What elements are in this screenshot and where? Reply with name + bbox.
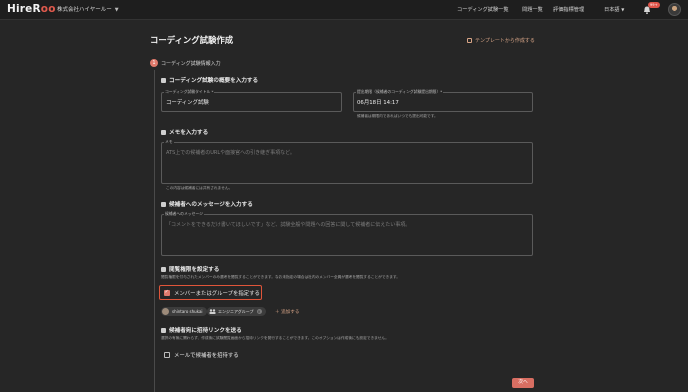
avatar — [162, 308, 169, 315]
logo[interactable]: HireRoo — [7, 3, 56, 15]
memo-placeholder: ATS上での候補者のURLや面接官への引き継ぎ事項など。 — [166, 150, 295, 156]
invite-email-label[interactable]: メールで候補者を招待する — [174, 351, 239, 359]
specify-members-label[interactable]: メンバーまたはグループを指定する — [174, 289, 260, 297]
access-section-title: 閲覧権限を設定する — [161, 265, 219, 273]
top-navigation-bar: HireRoo 株式会社ハイヤールー ▼ コーディング試験一覧 問題一覧 評価指標… — [0, 0, 688, 20]
document-icon — [161, 78, 166, 83]
nav-questions[interactable]: 問題一覧 — [522, 6, 543, 13]
company-selector[interactable]: 株式会社ハイヤールー ▼ — [57, 5, 119, 13]
memo-label: メモ — [164, 139, 174, 145]
group-icon — [209, 309, 216, 314]
test-title-value[interactable]: コーディング試験 — [166, 98, 209, 106]
invite-section-title: 候補者宛に招待リンクを送る — [161, 326, 242, 334]
chevron-down-icon: ▼ — [621, 7, 625, 12]
group-chip[interactable]: エンジニアグループ × — [207, 307, 266, 316]
template-icon — [467, 38, 472, 43]
access-help-text: 閲覧権限を付与されたメンバーのみ選考を閲覧することができます。なお未指定の場合は… — [161, 275, 400, 279]
overview-section-title: コーディング試験の概要を入力する — [161, 76, 258, 84]
page-title: コーディング試験作成 — [150, 35, 234, 45]
plus-icon: ＋ — [275, 310, 280, 315]
remove-chip-icon[interactable]: × — [256, 309, 262, 314]
step-connector-line — [154, 70, 155, 392]
language-selector[interactable]: 日本語 ▼ — [604, 6, 624, 13]
test-title-label: コーディング試験タイトル * — [164, 89, 215, 95]
deadline-help-text: 候補者は期限内であればいつでも提出可能です。 — [357, 114, 438, 118]
next-button[interactable]: 次へ — [512, 378, 534, 388]
step-number: 1 — [150, 59, 158, 67]
nav-evaluation[interactable]: 評価指標管理 — [553, 6, 584, 13]
chevron-down-icon: ▼ — [114, 7, 119, 13]
memo-help-text: この内容は候補者には共有されません。 — [166, 186, 233, 190]
memo-section-title: メモを入力する — [161, 128, 208, 136]
add-member-button[interactable]: ＋ 追加する — [275, 309, 299, 315]
invite-help-text: 選択の有無に関わらず、作成後に試験閲覧画面から招待リンクを発行することができます… — [161, 336, 389, 340]
nav-tests[interactable]: コーディング試験一覧 — [457, 6, 509, 13]
chat-icon — [161, 202, 166, 207]
note-icon — [161, 130, 166, 135]
notification-badge: 99+ — [648, 2, 660, 8]
create-from-template-link[interactable]: テンプレートから作成する — [467, 37, 535, 44]
deadline-label: 提出期限（候補者のコーディング試験提出期限）* — [356, 89, 444, 95]
message-label: 候補者へのメッセージ — [164, 211, 204, 217]
megaphone-icon — [161, 328, 166, 333]
message-section-title: 候補者へのメッセージを入力する — [161, 200, 253, 208]
specify-members-checkbox[interactable] — [164, 289, 170, 296]
people-icon — [161, 267, 166, 272]
invite-email-checkbox[interactable] — [164, 352, 170, 358]
member-chip[interactable]: shintaro shukai — [161, 307, 207, 316]
deadline-value[interactable]: 06月18日 14:17 — [357, 98, 399, 106]
message-placeholder: 「コメントをできるだけ書いてほしいです」など、試験全般や問題への回答に関して候補… — [166, 222, 411, 228]
user-avatar[interactable] — [668, 3, 681, 16]
step-label: コーディング試験情報入力 — [161, 61, 221, 67]
